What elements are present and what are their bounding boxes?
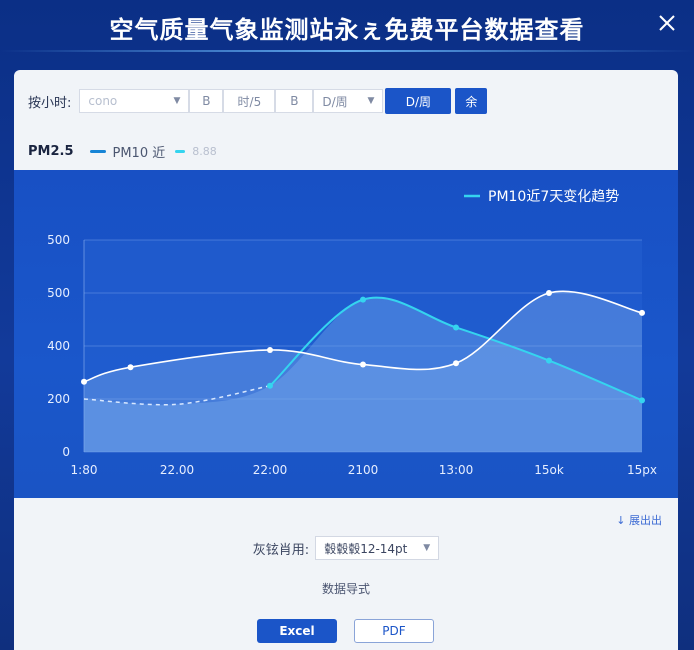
y-tick-label: 200 (47, 392, 70, 406)
x-tick-label: 15ok (534, 463, 564, 477)
legend-third[interactable]: 8.88 (175, 145, 217, 158)
y-tick-label: 500 (47, 233, 70, 247)
line-chart: 0 200 400 500 500 1:80 22.00 22:00 2100 13:00 15ok… (47, 189, 657, 477)
series-2-point (546, 357, 552, 364)
x-tick-label: 13:00 (439, 463, 474, 477)
filter-toolbar: 按小时: cono ▼ B 时/5 B D/周 ▼ D/周 余 (14, 88, 678, 114)
x-tick-label: 15px (627, 463, 657, 477)
series-2-point (639, 397, 645, 404)
export-section: ↓ 展出出 灰铉肖用: 毂毂毂12-14pt ▼ 数据导式 Excel PDF (14, 498, 678, 650)
page-title: 空气质量气象监测站永ぇ免费平台数据查看 (109, 15, 585, 44)
series-1-point (453, 360, 459, 367)
series-1-point (639, 309, 645, 316)
y-tick-label: 400 (47, 339, 70, 353)
time-granularity-label: 按小时: (28, 95, 72, 111)
font-size-label: 灰铉肖用: (252, 542, 310, 558)
title-bar: 空气质量气象监测站永ぇ免费平台数据查看 (0, 0, 694, 54)
y-tick-label: 0 (62, 445, 70, 459)
week-select[interactable]: D/周 ▼ (313, 89, 384, 113)
series-1-point (546, 290, 552, 296)
series-2-point (360, 296, 366, 303)
expand-link[interactable]: ↓ 展出出 (616, 512, 662, 528)
segment-b-2[interactable]: B (275, 89, 314, 113)
query-button[interactable]: 余 (455, 88, 488, 114)
chevron-down-icon: ▼ (423, 543, 431, 553)
export-format-label: 数据导式 (321, 582, 370, 596)
segment-b-1[interactable]: B (189, 89, 224, 113)
series-2-point (267, 382, 273, 389)
font-size-select[interactable]: 毂毂毂12-14pt ▼ (315, 536, 440, 560)
legend-third-swatch (175, 149, 186, 153)
station-select[interactable]: cono ▼ (79, 89, 190, 113)
chevron-down-icon: ▼ (367, 96, 375, 106)
legend-pm10-label: PM10 近 (112, 145, 166, 161)
chart-legend-label: PM10近7天变化趋势 (488, 189, 619, 205)
export-pdf-button[interactable]: PDF (354, 619, 434, 643)
day-week-button[interactable]: D/周 (385, 88, 452, 114)
x-tick-label: 22:00 (253, 463, 288, 477)
chart-area: 0 200 400 500 500 1:80 22.00 22:00 2100 13:00 15ok… (14, 170, 678, 498)
legend-pm10-swatch (89, 149, 106, 153)
station-select-value: cono (88, 94, 118, 108)
series-2-point (453, 324, 459, 331)
segment-hour-5[interactable]: 时/5 (223, 89, 276, 113)
x-tick-label: 1:80 (71, 463, 98, 477)
series-legend: PM2.5 PM10 近 8.88 (14, 140, 678, 162)
y-tick-label: 500 (47, 286, 70, 300)
series-1-point (360, 361, 366, 368)
chevron-down-icon: ▼ (173, 96, 181, 106)
legend-pm25[interactable]: PM2.5 (28, 144, 74, 159)
legend-third-label: 8.88 (192, 144, 217, 158)
week-select-value: D/周 (322, 94, 348, 109)
close-icon[interactable] (656, 12, 678, 34)
legend-pm10[interactable]: PM10 近 (89, 142, 166, 161)
series-1-point (81, 378, 87, 385)
x-tick-label: 22.00 (160, 463, 194, 477)
series-1-point (127, 364, 134, 371)
title-accent-line (0, 50, 694, 52)
font-size-value: 毂毂毂12-14pt (324, 541, 408, 556)
main-panel: 按小时: cono ▼ B 时/5 B D/周 ▼ D/周 余 PM2.5 PM… (14, 70, 678, 650)
series-1-point (267, 346, 273, 353)
x-tick-label: 2100 (348, 463, 379, 477)
font-size-row: 灰铉肖用: 毂毂毂12-14pt ▼ (14, 536, 678, 560)
export-excel-button[interactable]: Excel (257, 619, 337, 643)
